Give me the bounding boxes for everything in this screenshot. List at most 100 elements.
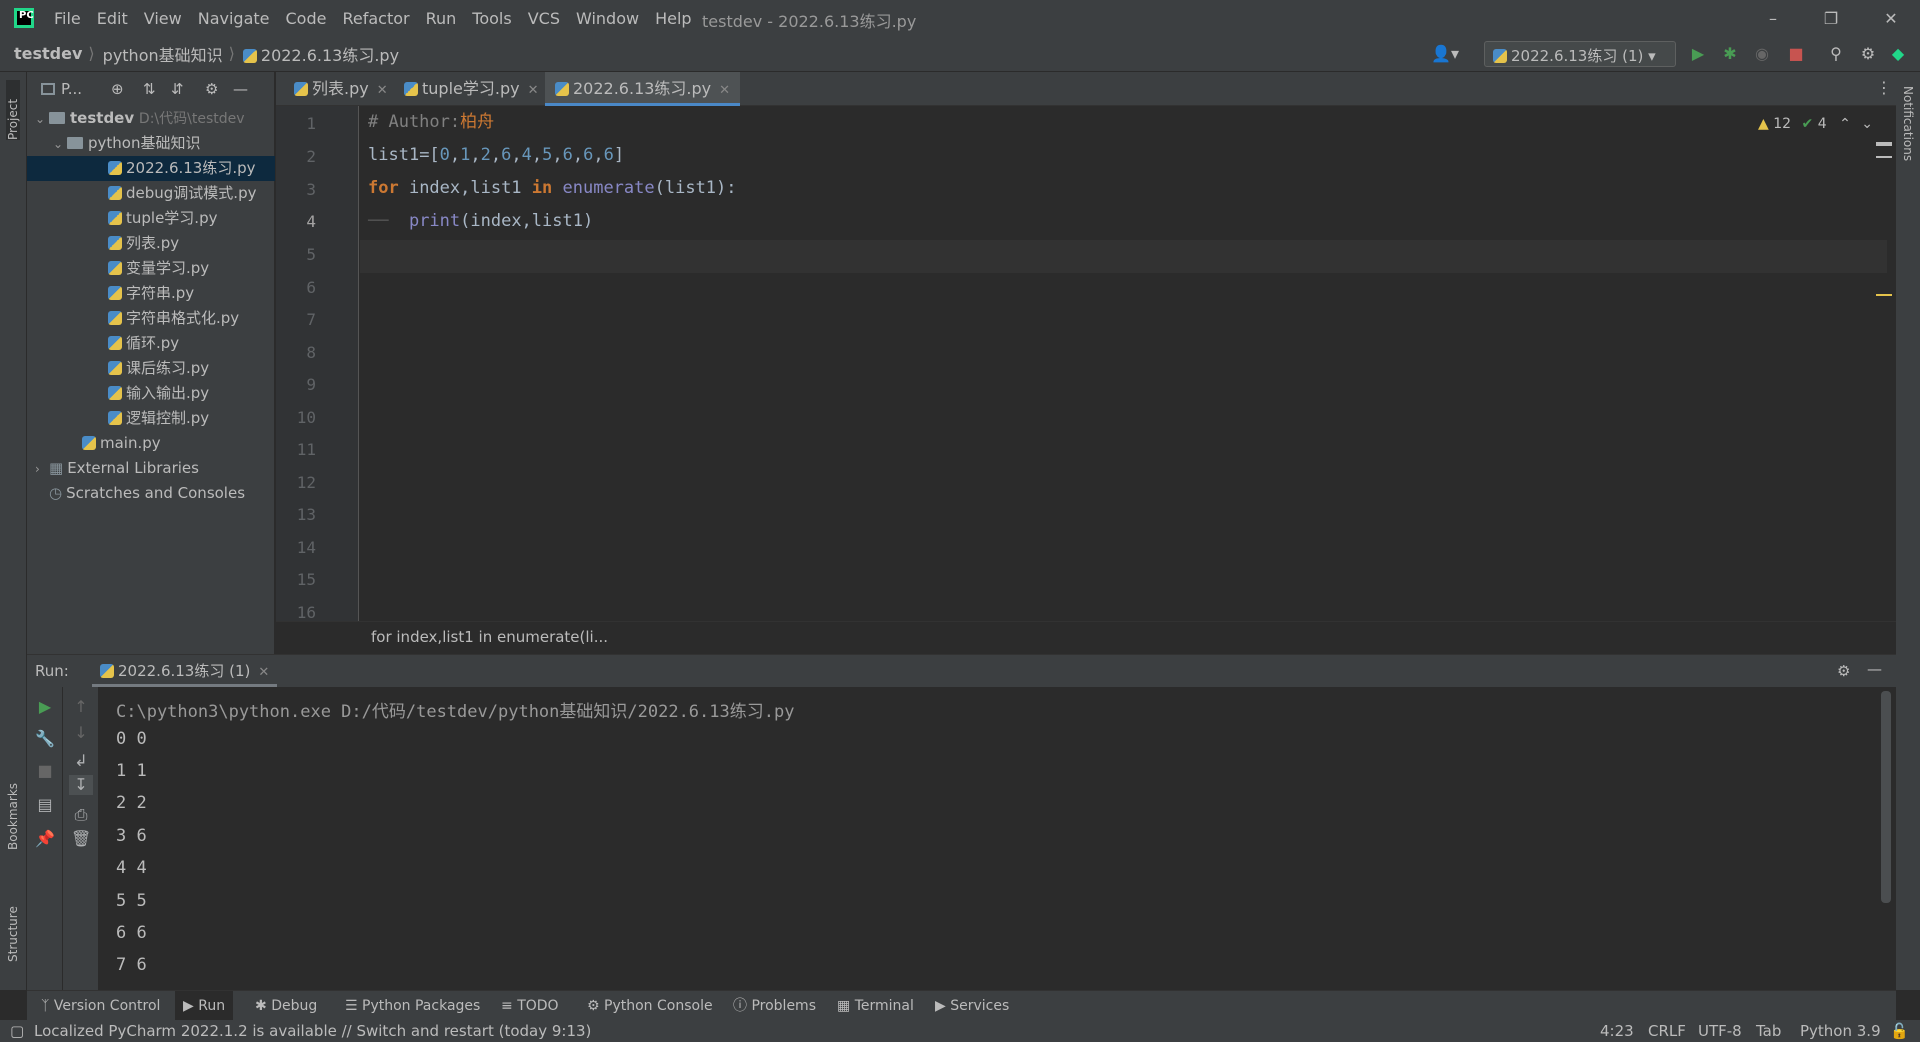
chevron-up-icon[interactable]: ⌃ [1839,116,1851,132]
user-icon[interactable]: 👤▾ [1428,44,1462,64]
tree-file[interactable]: 列表.py [27,231,275,256]
menu-tools[interactable]: Tools [472,9,511,28]
arrow-up-icon[interactable]: ↑ [71,697,91,717]
code-line-1[interactable]: # Author:柏舟 [368,106,494,138]
tree-file[interactable]: 字符串格式化.py [27,306,275,331]
close-tab-icon[interactable]: ✕ [528,83,539,98]
project-pane-title[interactable]: P... [61,80,82,98]
run-settings-icon[interactable]: ⚙ [1837,662,1850,680]
code-line-4[interactable]: ── print(index,list1) [368,205,593,237]
restore-button[interactable]: ❐ [1802,0,1860,36]
tool-problems[interactable]: ⓘ Problems [733,991,816,1021]
tool-debug[interactable]: ✱ Debug [255,991,317,1021]
stop-icon[interactable]: ■ [1786,44,1806,64]
interpreter[interactable]: Python 3.9 [1800,1022,1881,1040]
lock-icon[interactable]: 🔓 [1890,1022,1909,1040]
options-gear-icon[interactable]: ⚙ [205,80,218,98]
tree-file[interactable]: 逻辑控制.py [27,406,275,431]
menu-help[interactable]: Help [655,9,691,28]
tree-file[interactable]: 输入输出.py [27,381,275,406]
menu-view[interactable]: View [144,9,182,28]
jetbrains-icon[interactable]: ◆ [1888,44,1908,64]
pin-icon[interactable]: 📌 [35,829,55,849]
bookmarks-tool-button[interactable]: Bookmarks [6,778,20,850]
menu-code[interactable]: Code [286,9,327,28]
close-window-button[interactable]: ✕ [1862,0,1920,36]
breadcrumb-file[interactable]: 2022.6.13练习.py [242,42,399,66]
tab-tuple-py[interactable]: tuple学习.py ✕ [394,72,548,106]
arrow-down-icon[interactable]: ↓ [71,723,91,743]
menu-navigate[interactable]: Navigate [198,9,270,28]
menu-edit[interactable]: Edit [97,9,128,28]
tree-file[interactable]: 字符串.py [27,281,275,306]
minimize-button[interactable]: – [1744,0,1802,36]
expand-all-icon[interactable]: ⇅ [143,80,156,98]
status-toggle-icon[interactable]: ▢ [10,1022,24,1040]
breadcrumb-project[interactable]: testdev [14,44,82,63]
trash-icon[interactable]: 🗑 [71,829,91,849]
caret-position[interactable]: 4:23 [1600,1022,1634,1040]
close-tab-icon[interactable]: ✕ [719,83,730,98]
settings-icon[interactable]: ⚙ [1858,44,1878,64]
tab-options-icon[interactable]: ⋮ [1876,78,1892,97]
tool-terminal[interactable]: ▦ Terminal [837,991,914,1021]
wrench-icon[interactable]: 🔧 [35,729,55,749]
indent-setting[interactable]: Tab [1756,1022,1781,1040]
tool-run[interactable]: ▶ Run [175,991,234,1021]
tool-services[interactable]: ▶ Services [935,991,1009,1021]
project-tool-button[interactable]: Project [6,80,20,140]
code-line-3[interactable]: for index,list1 in enumerate(list1): [368,172,737,204]
code-line-2[interactable]: list1=[0,1,2,6,4,5,6,6,6] [368,139,624,171]
tree-file[interactable]: tuple学习.py [27,206,275,231]
tab-list-py[interactable]: 列表.py ✕ [284,72,398,106]
coverage-icon[interactable]: ◉ [1752,44,1772,64]
run-icon[interactable]: ▶ [1688,44,1708,64]
inspection-widget[interactable]: ▲ 12 ✔ 4 ⌃ ⌄ [1758,116,1873,132]
stop-icon[interactable]: ■ [35,761,55,781]
tree-folder[interactable]: ⌄ python基础知识 [27,131,275,156]
debug-icon[interactable]: ✱ [1720,44,1740,64]
tool-version-control[interactable]: ᛉ Version Control [41,991,160,1021]
menu-window[interactable]: Window [576,9,639,28]
breadcrumb-folder[interactable]: python基础知识 [103,42,223,66]
hide-pane-icon[interactable]: — [1867,660,1882,678]
tree-file[interactable]: 变量学习.py [27,256,275,281]
tree-file[interactable]: 循环.py [27,331,275,356]
tool-python-packages[interactable]: ☰ Python Packages [345,991,480,1021]
tree-file[interactable]: debug调试模式.py [27,181,275,206]
run-scrollbar[interactable] [1881,691,1891,903]
tool-python-console[interactable]: ⚙ Python Console [587,991,713,1021]
close-tab-icon[interactable]: ✕ [377,83,388,98]
menu-vcs[interactable]: VCS [528,9,560,28]
tree-file[interactable]: 课后练习.py [27,356,275,381]
locate-icon[interactable]: ⊕ [111,80,124,98]
tab-active-file[interactable]: 2022.6.13练习.py ✕ [545,72,741,106]
status-message[interactable]: Localized PyCharm 2022.1.2 is available … [34,1022,591,1040]
menu-run[interactable]: Run [426,9,457,28]
chevron-down-icon[interactable]: ⌄ [1861,116,1873,132]
tree-external-libraries[interactable]: › ▦ External Libraries [27,456,275,481]
editor-breadcrumb[interactable]: for index,list1 in enumerate(li... [371,628,608,646]
tree-file-main[interactable]: main.py [27,431,275,456]
tree-file[interactable]: 2022.6.13练习.py [27,156,275,181]
close-tab-icon[interactable]: ✕ [258,665,269,680]
rerun-icon[interactable]: ▶ [35,697,55,717]
hide-pane-icon[interactable]: — [233,80,248,98]
line-separator[interactable]: CRLF [1648,1022,1686,1040]
run-configuration-select[interactable]: 2022.6.13练习 (1) ▾ [1484,41,1676,67]
structure-tool-button[interactable]: Structure [6,892,20,962]
tool-todo[interactable]: ≡ TODO [501,991,559,1021]
menu-file[interactable]: File [54,9,81,28]
run-tab[interactable]: 2022.6.13练习 (1) ✕ [92,655,278,687]
collapse-all-icon[interactable]: ⇵ [171,80,184,98]
layout-icon[interactable]: ▤ [35,795,55,815]
search-icon[interactable]: ⚲ [1826,44,1846,64]
scroll-to-end-icon[interactable]: ↧ [69,775,93,795]
soft-wrap-icon[interactable]: ↲ [71,751,91,771]
file-encoding[interactable]: UTF-8 [1698,1022,1742,1040]
tree-scratches[interactable]: ◷ Scratches and Consoles [27,481,275,506]
notifications-tool-button[interactable]: Notifications [1901,86,1915,196]
print-icon[interactable]: ⎙ [71,805,91,825]
menu-refactor[interactable]: Refactor [342,9,409,28]
tree-root[interactable]: ⌄ testdev D:\代码\testdev [27,106,275,131]
